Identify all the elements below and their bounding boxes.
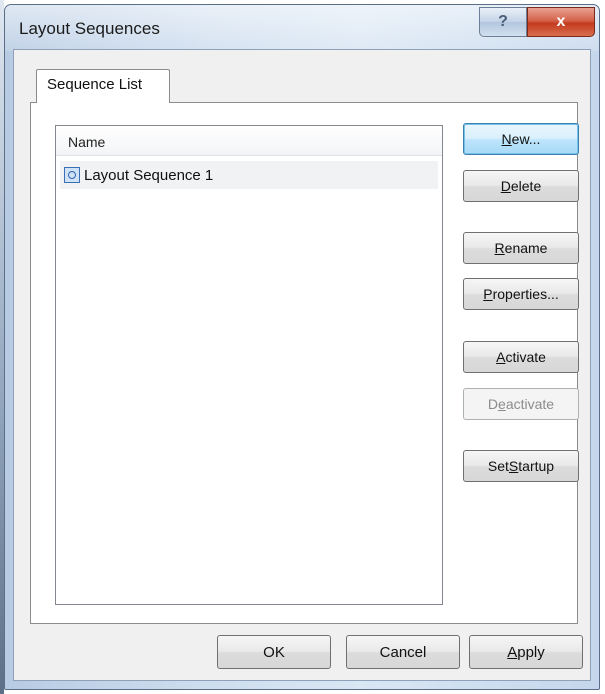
cancel-button[interactable]: Cancel: [346, 635, 460, 669]
close-button[interactable]: x: [527, 7, 595, 37]
new-button[interactable]: New...: [463, 123, 579, 155]
properties-button[interactable]: Properties...: [463, 278, 579, 310]
window-title: Layout Sequences: [19, 19, 160, 38]
set-startup-button[interactable]: Set Startup: [463, 450, 579, 482]
dialog-client-area: Sequence List Name Layout Sequence 1 New…: [13, 49, 591, 681]
column-header-label: Name: [68, 134, 106, 150]
help-icon: ?: [498, 13, 508, 30]
sequence-list[interactable]: Name Layout Sequence 1: [55, 125, 443, 605]
close-icon: x: [556, 13, 566, 30]
tab-label: Sequence List: [47, 76, 143, 93]
list-item-label: Layout Sequence 1: [84, 166, 214, 184]
dialog-window: Layout Sequences ? x Sequence List Name …: [4, 4, 600, 690]
help-button[interactable]: ?: [479, 7, 527, 37]
list-item[interactable]: Layout Sequence 1: [60, 161, 438, 189]
tab-sequence-list[interactable]: Sequence List: [36, 69, 170, 103]
rename-button[interactable]: Rename: [463, 232, 579, 264]
apply-button[interactable]: Apply: [469, 635, 583, 669]
ok-button[interactable]: OK: [217, 635, 331, 669]
sequence-list-panel: Name Layout Sequence 1 New... Delete Ren…: [30, 102, 579, 624]
activate-button[interactable]: Activate: [463, 341, 579, 373]
layout-sequence-icon: [64, 167, 80, 183]
column-header-name[interactable]: Name: [56, 126, 442, 156]
delete-button[interactable]: Delete: [463, 170, 579, 202]
deactivate-button[interactable]: De activate: [463, 388, 579, 420]
